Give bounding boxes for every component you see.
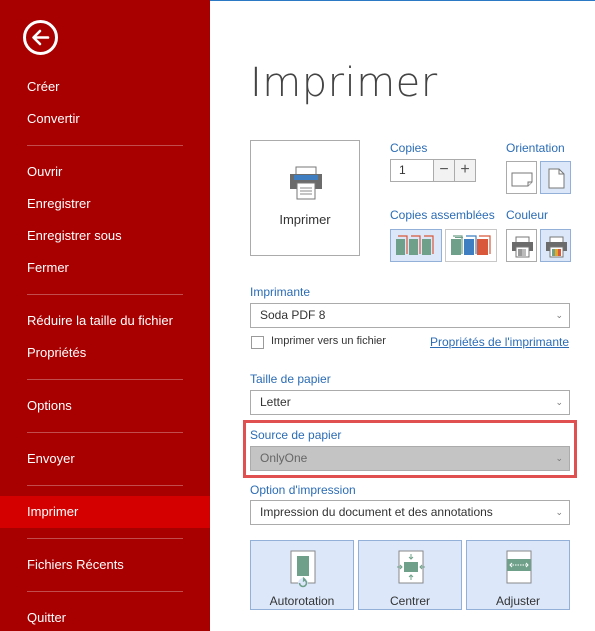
- center-label: Centrer: [389, 594, 430, 608]
- print-option-select[interactable]: Impression du document et des annotation…: [250, 500, 570, 525]
- landscape-page-icon: [511, 172, 533, 187]
- printer-properties-link[interactable]: Propriétés de l'imprimante: [430, 335, 569, 349]
- autorotation-label: Autorotation: [269, 594, 335, 608]
- autorotate-icon: [290, 550, 316, 588]
- uncollated-pages-icon: [451, 235, 491, 255]
- copies-decrement-button[interactable]: −: [433, 159, 455, 182]
- uncollated-button[interactable]: [445, 229, 497, 262]
- printer-select[interactable]: Soda PDF 8 ⌄: [250, 303, 570, 328]
- sidebar-item-convertir[interactable]: Convertir: [0, 103, 210, 135]
- paper-size-select[interactable]: Letter ⌄: [250, 390, 570, 415]
- center-button[interactable]: Centrer: [358, 540, 462, 610]
- printer-icon: [290, 166, 322, 200]
- color-label: Couleur: [506, 208, 549, 222]
- paper-source-label: Source de papier: [250, 428, 342, 442]
- collate-label: Copies assemblées: [390, 208, 495, 222]
- sidebar-item-enregistrer-sous[interactable]: Enregistrer sous: [0, 220, 210, 252]
- separator: [27, 538, 183, 539]
- sidebar-item-quitter[interactable]: Quitter: [0, 602, 210, 631]
- chevron-down-icon: ⌄: [555, 507, 563, 517]
- portrait-page-icon: [548, 168, 565, 189]
- separator: [27, 294, 183, 295]
- copies-increment-button[interactable]: +: [454, 159, 476, 182]
- print-to-file-label: Imprimer vers un fichier: [271, 335, 386, 347]
- paper-size-label: Taille de papier: [250, 372, 331, 386]
- print-button[interactable]: Imprimer: [250, 140, 360, 256]
- separator: [27, 485, 183, 486]
- fit-width-icon: [506, 550, 532, 584]
- sidebar: Créer Convertir Ouvrir Enregistrer Enreg…: [0, 0, 210, 631]
- printer-select-value: Soda PDF 8: [260, 308, 326, 322]
- separator: [27, 379, 183, 380]
- sidebar-item-fermer[interactable]: Fermer: [0, 252, 210, 284]
- color-printer-icon: [546, 236, 567, 258]
- adjust-button[interactable]: Adjuster: [466, 540, 570, 610]
- chevron-down-icon: ⌄: [555, 453, 563, 463]
- grayscale-printer-icon: [512, 236, 533, 258]
- center-icon: [397, 550, 425, 584]
- printer-label: Imprimante: [250, 285, 311, 299]
- arrow-left-icon: [32, 29, 50, 46]
- copies-label: Copies: [390, 141, 428, 155]
- separator: [27, 432, 183, 433]
- paper-source-select[interactable]: OnlyOne ⌄: [250, 446, 570, 471]
- print-option-select-value: Impression du document et des annotation…: [260, 505, 493, 519]
- print-button-label: Imprimer: [279, 212, 331, 227]
- sidebar-item-options[interactable]: Options: [0, 390, 210, 422]
- separator: [27, 591, 183, 592]
- sidebar-item-imprimer[interactable]: Imprimer: [0, 496, 210, 528]
- sidebar-item-proprietes[interactable]: Propriétés: [0, 337, 210, 369]
- paper-source-select-value: OnlyOne: [260, 451, 308, 465]
- orientation-label: Orientation: [506, 141, 565, 155]
- top-border: [210, 0, 595, 1]
- separator: [27, 145, 183, 146]
- collated-pages-icon: [396, 235, 434, 255]
- sidebar-item-ouvrir[interactable]: Ouvrir: [0, 156, 210, 188]
- print-option-label: Option d'impression: [250, 483, 356, 497]
- copies-input[interactable]: 1: [390, 159, 433, 182]
- sidebar-item-reduire[interactable]: Réduire la taille du fichier: [0, 305, 210, 337]
- sidebar-item-enregistrer[interactable]: Enregistrer: [0, 188, 210, 220]
- page-title: Imprimer: [250, 60, 438, 106]
- paper-size-select-value: Letter: [260, 395, 291, 409]
- adjust-label: Adjuster: [495, 594, 541, 608]
- print-to-file-checkbox[interactable]: [251, 336, 264, 349]
- collated-button[interactable]: [390, 229, 442, 262]
- orientation-landscape-button[interactable]: [506, 161, 537, 194]
- grayscale-button[interactable]: [506, 229, 537, 262]
- chevron-down-icon: ⌄: [555, 310, 563, 320]
- orientation-portrait-button[interactable]: [540, 161, 571, 194]
- chevron-down-icon: ⌄: [555, 397, 563, 407]
- sidebar-item-fichiers-recents[interactable]: Fichiers Récents: [0, 549, 210, 581]
- color-button[interactable]: [540, 229, 571, 262]
- sidebar-item-creer[interactable]: Créer: [0, 71, 210, 103]
- autorotation-button[interactable]: Autorotation: [250, 540, 354, 610]
- back-button[interactable]: [23, 20, 58, 55]
- sidebar-item-envoyer[interactable]: Envoyer: [0, 443, 210, 475]
